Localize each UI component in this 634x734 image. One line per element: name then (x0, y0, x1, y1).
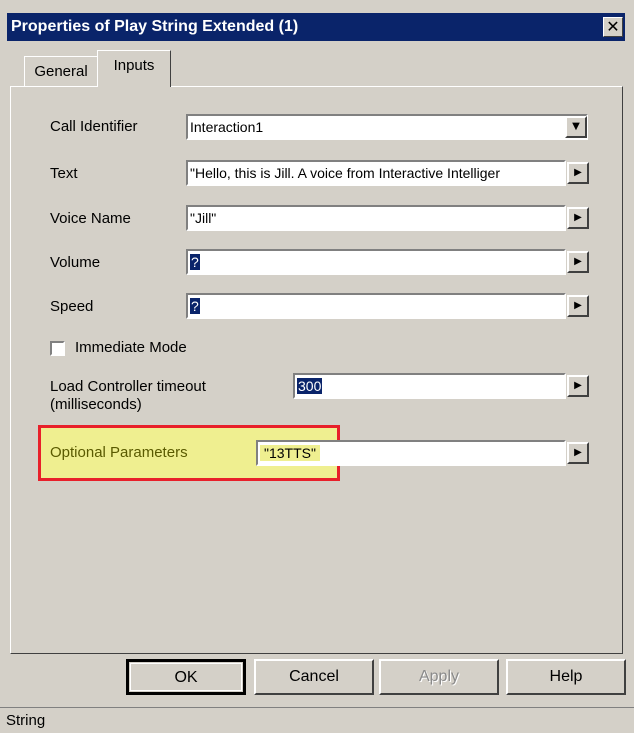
load-timeout-field[interactable]: 300 (293, 373, 566, 399)
call-identifier-value: Interaction1 (190, 119, 264, 135)
apply-button[interactable]: Apply (379, 659, 499, 695)
load-timeout-expand-arrow-icon[interactable]: ▶ (567, 375, 589, 397)
load-timeout-label-line2: (milliseconds) (50, 396, 142, 413)
status-bar: String (0, 707, 634, 733)
load-timeout-value: 300 (297, 378, 323, 394)
chevron-down-icon[interactable]: ▼ (565, 116, 587, 138)
immediate-mode-label: Immediate Mode (75, 339, 187, 356)
immediate-mode-checkbox[interactable] (50, 341, 65, 356)
properties-dialog: Properties of Play String Extended (1) ✕… (0, 0, 634, 733)
optional-parameters-expand-arrow-icon[interactable]: ▶ (567, 442, 589, 464)
window-title: Properties of Play String Extended (1) (11, 18, 299, 35)
text-label: Text (50, 165, 78, 182)
voice-name-label: Voice Name (50, 210, 131, 227)
voice-name-value: "Jill" (190, 210, 217, 226)
cancel-button[interactable]: Cancel (254, 659, 374, 695)
status-text: String (6, 712, 46, 729)
optional-parameters-label: Optional Parameters (50, 444, 188, 461)
ok-button[interactable]: OK (126, 659, 246, 695)
load-timeout-label-line1: Load Controller timeout (50, 378, 206, 395)
load-timeout-label: Load Controller timeout (milliseconds) (50, 378, 206, 414)
call-identifier-dropdown[interactable]: Interaction1 (186, 114, 588, 140)
optional-parameters-field[interactable]: "13TTS" (256, 440, 566, 466)
text-field[interactable]: "Hello, this is Jill. A voice from Inter… (186, 160, 566, 186)
volume-field[interactable]: ? (186, 249, 566, 275)
text-expand-arrow-icon[interactable]: ▶ (567, 162, 589, 184)
volume-label: Volume (50, 254, 101, 271)
tab-inputs[interactable]: Inputs (97, 50, 171, 87)
help-button[interactable]: Help (506, 659, 626, 695)
voice-name-expand-arrow-icon[interactable]: ▶ (567, 207, 589, 229)
text-value: "Hello, this is Jill. A voice from Inter… (190, 165, 500, 181)
title-bar: Properties of Play String Extended (1) ✕ (7, 13, 625, 41)
tab-general[interactable]: General (24, 56, 98, 86)
speed-field[interactable]: ? (186, 293, 566, 319)
close-icon[interactable]: ✕ (603, 17, 623, 37)
speed-expand-arrow-icon[interactable]: ▶ (567, 295, 589, 317)
volume-value: ? (190, 254, 200, 270)
speed-value: ? (190, 298, 200, 314)
volume-expand-arrow-icon[interactable]: ▶ (567, 251, 589, 273)
call-identifier-label: Call Identifier (50, 118, 138, 135)
voice-name-field[interactable]: "Jill" (186, 205, 566, 231)
optional-parameters-value: "13TTS" (260, 445, 320, 461)
speed-label: Speed (50, 298, 94, 315)
